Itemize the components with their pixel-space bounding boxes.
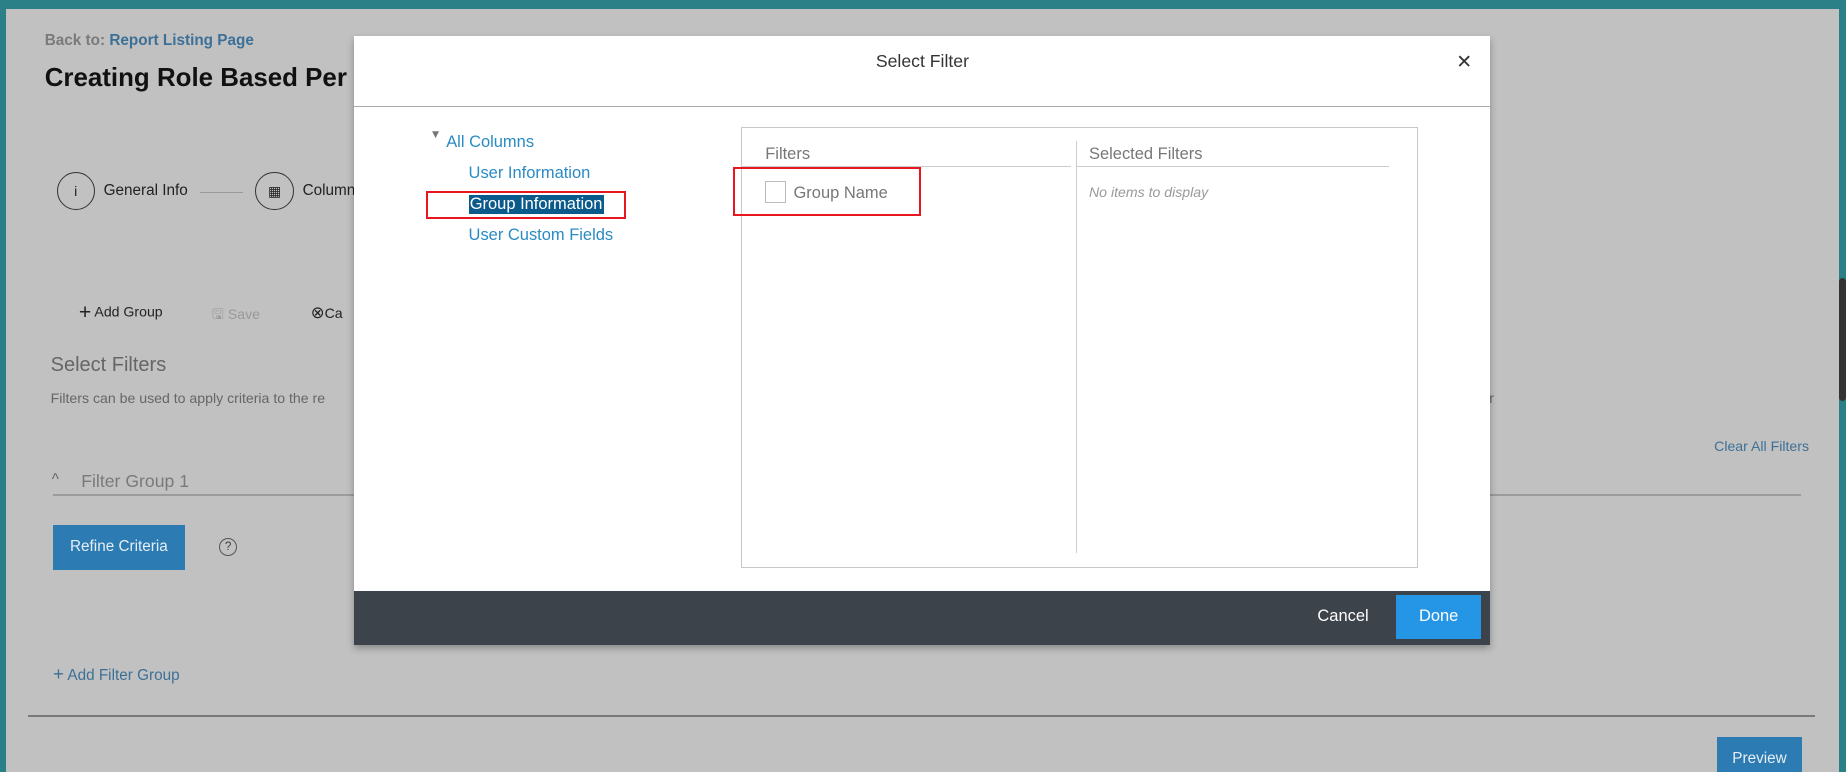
highlight-box xyxy=(733,167,922,216)
back-label: Back to: xyxy=(44,31,106,49)
preview-button[interactable]: Preview xyxy=(1716,736,1803,772)
add-filter-group-label: Add Filter Group xyxy=(67,666,180,684)
done-button[interactable]: Done xyxy=(1396,594,1482,640)
divider xyxy=(28,714,1816,717)
step-general-info[interactable]: General Info xyxy=(104,182,188,200)
refine-criteria-button[interactable]: Refine Criteria xyxy=(52,525,185,570)
back-link[interactable]: Report Listing Page xyxy=(109,32,253,49)
column-divider xyxy=(1076,141,1077,554)
select-filter-dialog: Select Filter ✕ ▼ All Columns User Infor… xyxy=(354,36,1491,646)
clear-all-filters-link[interactable]: Clear All Filters xyxy=(1714,438,1809,454)
dialog-title: Select Filter xyxy=(875,50,969,71)
add-group-label: Add Group xyxy=(94,304,163,321)
scrollbar[interactable] xyxy=(1838,277,1846,402)
plus-icon: + xyxy=(52,662,64,684)
page-title: Creating Role Based Per xyxy=(44,63,347,92)
cancel-circle-icon: ⊗ xyxy=(310,303,325,322)
header-divider xyxy=(354,105,1491,107)
tree-item-user-information[interactable]: User Information xyxy=(469,164,591,183)
cancel-button[interactable]: Cancel xyxy=(1317,607,1368,626)
cancel-page-label: Ca xyxy=(324,304,343,321)
save-button[interactable]: 🖫 Save xyxy=(212,304,260,328)
triangle-down-icon[interactable]: ▼ xyxy=(430,128,442,141)
tree-root-all-columns[interactable]: All Columns xyxy=(446,133,534,152)
divider xyxy=(1077,165,1390,167)
breadcrumb: Back to: Report Listing Page xyxy=(45,32,254,50)
grid-icon[interactable]: ▦ xyxy=(255,171,294,211)
plus-icon: + xyxy=(78,301,92,325)
save-label: Save xyxy=(227,305,261,322)
filters-header: Filters xyxy=(765,144,811,163)
tree-item-user-custom-fields[interactable]: User Custom Fields xyxy=(469,226,614,245)
save-icon: 🖫 xyxy=(211,305,224,322)
selected-filters-header: Selected Filters xyxy=(1088,144,1203,163)
info-icon[interactable]: i xyxy=(56,171,95,211)
empty-selected-text: No items to display xyxy=(1088,183,1209,200)
cancel-page-button[interactable]: ⊗Ca xyxy=(311,303,343,323)
section-description: Filters can be used to apply criteria to… xyxy=(50,389,326,406)
step-connector xyxy=(200,191,243,193)
section-title: Select Filters xyxy=(50,354,167,377)
step-columns[interactable]: Column xyxy=(303,182,356,200)
chevron-up-icon[interactable]: ^ xyxy=(52,471,59,489)
close-icon[interactable]: ✕ xyxy=(1456,51,1472,73)
filter-group-title[interactable]: Filter Group 1 xyxy=(81,471,189,492)
add-group-button[interactable]: + Add Group xyxy=(79,301,163,325)
add-filter-group-link[interactable]: + Add Filter Group xyxy=(53,663,180,685)
highlight-box xyxy=(426,190,626,220)
